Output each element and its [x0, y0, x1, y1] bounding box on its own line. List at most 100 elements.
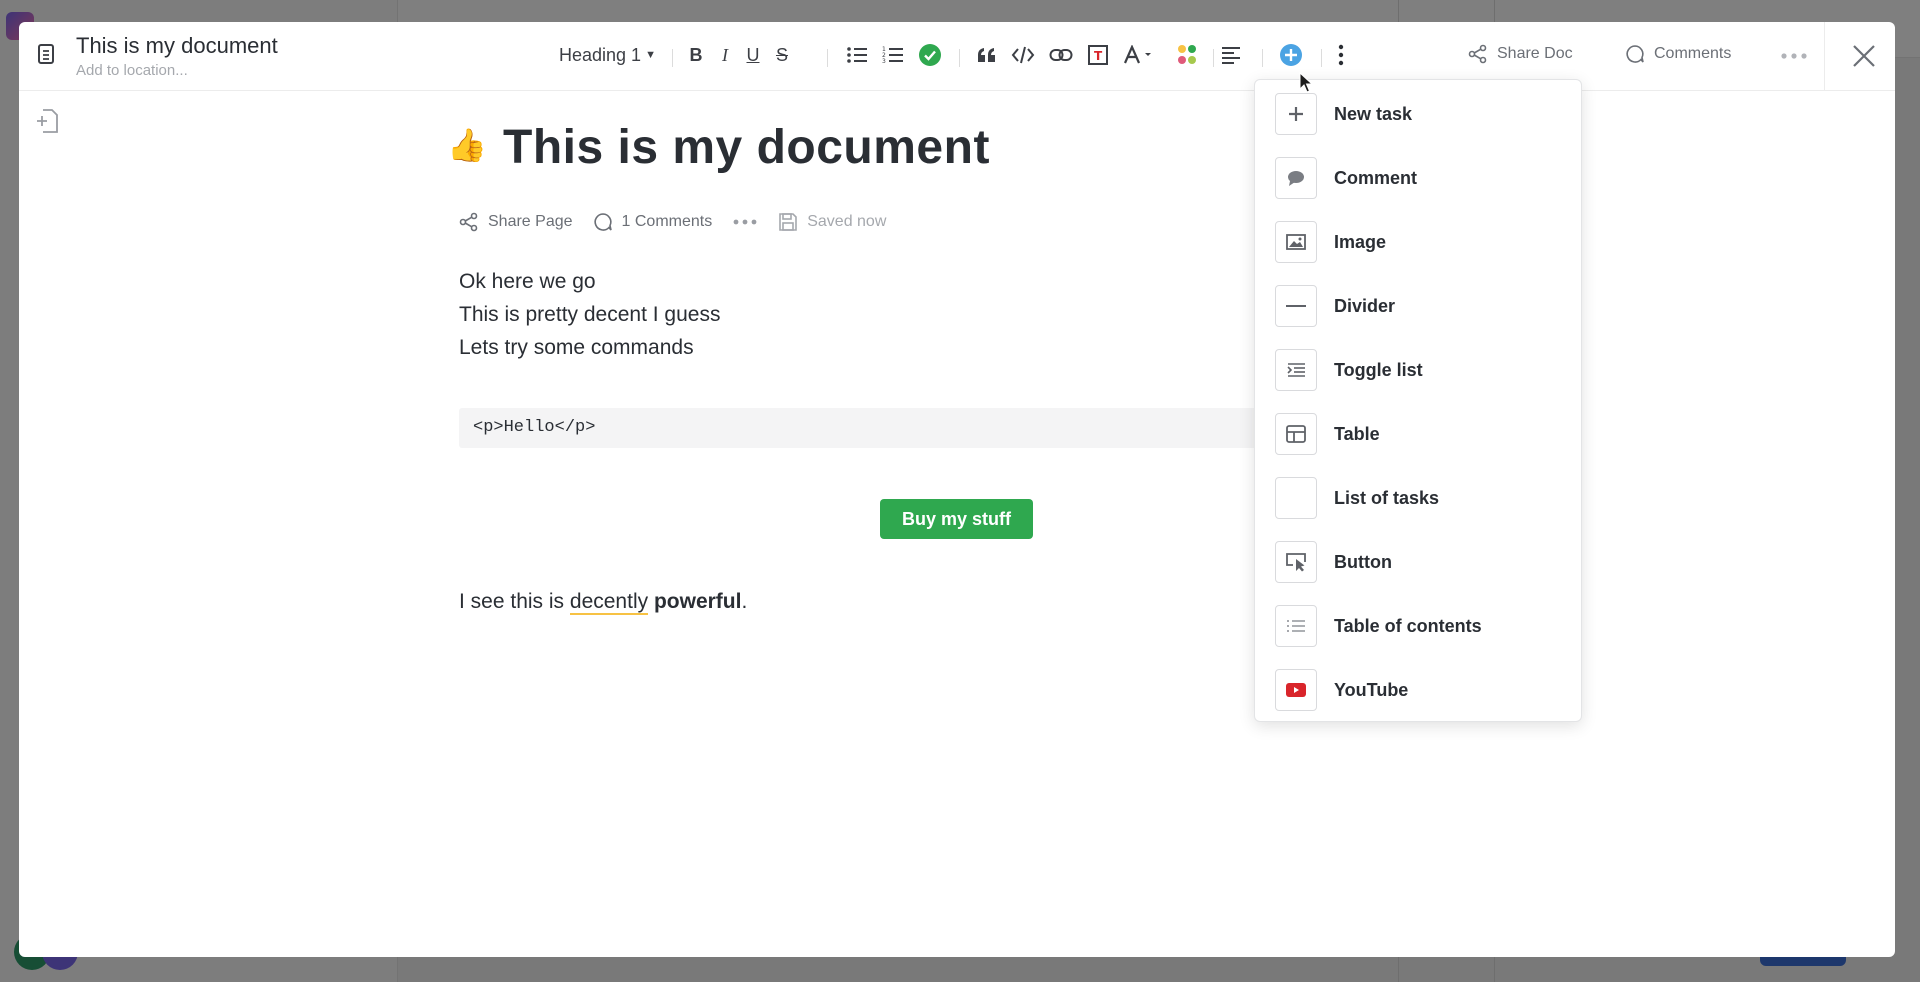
add-page-icon[interactable]	[35, 108, 59, 134]
close-icon[interactable]	[1851, 43, 1877, 69]
paragraph[interactable]: I see this is decently powerful.	[459, 590, 748, 615]
share-icon	[459, 212, 478, 232]
menu-item-label: Comment	[1334, 167, 1418, 188]
menu-item-table[interactable]: Table	[1275, 412, 1565, 456]
numbered-list-icon: 1 2 3	[882, 46, 903, 65]
table-icon	[1275, 413, 1317, 455]
comments-label: Comments	[1654, 45, 1732, 62]
plus-circle-icon	[1280, 44, 1302, 66]
comments-button[interactable]: Comments	[1625, 44, 1731, 64]
menu-item-comment[interactable]: Comment	[1275, 156, 1565, 200]
page-comments-button[interactable]: 1 Comments	[593, 212, 713, 232]
table-of-contents-icon	[1275, 605, 1317, 647]
menu-item-button[interactable]: Button	[1275, 540, 1565, 584]
save-icon	[779, 213, 798, 231]
save-status: Saved now	[778, 212, 886, 232]
more-horizontal-icon	[733, 219, 757, 225]
bold-text: powerful	[653, 590, 742, 613]
menu-item-label: Table	[1334, 423, 1380, 444]
doc-title[interactable]: This is my document	[76, 33, 278, 59]
toolbar-divider	[959, 49, 960, 67]
menu-item-toggle-list[interactable]: Toggle list	[1275, 348, 1565, 392]
more-horizontal-icon[interactable]	[1779, 44, 1809, 68]
code-block[interactable]: <p>Hello</p>	[459, 408, 1339, 448]
menu-item-label: Toggle list	[1334, 359, 1423, 380]
menu-item-label: List of tasks	[1334, 487, 1440, 508]
youtube-icon	[1275, 669, 1317, 711]
share-page-button[interactable]: Share Page	[459, 212, 573, 232]
align-left-icon	[1222, 47, 1240, 64]
color-palette-icon	[1178, 45, 1196, 64]
bold-button[interactable]: B	[684, 40, 708, 70]
svg-text:T: T	[1094, 49, 1103, 63]
doc-header: This is my document Add to location... H…	[19, 22, 1895, 91]
header-divider	[1824, 22, 1825, 91]
heading-select-label: Heading 1	[559, 44, 642, 65]
menu-item-new-task[interactable]: New task	[1275, 92, 1565, 136]
quote-button[interactable]	[974, 40, 1000, 70]
check-circle-icon	[919, 44, 941, 66]
bulleted-list-icon	[847, 47, 867, 63]
code-button[interactable]	[1010, 40, 1036, 70]
code-icon	[1011, 46, 1035, 64]
text-color-button[interactable]: T	[1085, 40, 1111, 70]
text-run: I see this is	[459, 590, 570, 613]
text-box-icon: T	[1088, 45, 1108, 65]
add-to-location-link[interactable]: Add to location...	[76, 62, 188, 79]
link-button[interactable]	[1048, 40, 1074, 70]
paragraph[interactable]: Lets try some commands	[459, 336, 694, 360]
underline-button[interactable]: U	[741, 40, 765, 70]
share-doc-label: Share Doc	[1497, 45, 1573, 62]
page-more-button[interactable]	[732, 212, 758, 232]
share-page-label: Share Page	[488, 213, 573, 230]
page-comments-label: 1 Comments	[621, 213, 713, 230]
menu-item-label: Divider	[1334, 295, 1396, 316]
share-doc-button[interactable]: Share Doc	[1468, 44, 1573, 64]
comment-icon	[1626, 45, 1644, 63]
paragraph[interactable]: This is pretty decent I guess	[459, 303, 720, 327]
color-palette-button[interactable]	[1174, 40, 1200, 70]
vertical-dots-icon	[1338, 44, 1344, 66]
menu-item-image[interactable]: Image	[1275, 220, 1565, 264]
heading-select[interactable]: Heading 1 ▼	[559, 40, 656, 70]
list-of-tasks-icon	[1275, 477, 1317, 519]
checklist-button[interactable]	[917, 40, 943, 70]
numbered-list-button[interactable]: 1 2 3	[881, 40, 905, 70]
doc-modal: This is my document Add to location... H…	[19, 22, 1895, 957]
comment-icon	[593, 213, 612, 231]
paragraph[interactable]: Ok here we go	[459, 270, 596, 294]
more-options-button[interactable]	[1330, 40, 1352, 70]
strikethrough-button[interactable]: S	[770, 40, 794, 70]
font-button[interactable]	[1122, 40, 1156, 70]
mouse-cursor-icon	[1299, 72, 1313, 93]
page-title[interactable]: This is my document	[503, 120, 990, 175]
page-meta-row: Share Page 1 Comments Saved now	[459, 212, 906, 232]
page-emoji[interactable]: 👍	[447, 126, 487, 164]
menu-item-table-of-contents[interactable]: Table of contents	[1275, 604, 1565, 648]
insert-menu: New task Comment Image Divider Toggle li…	[1254, 79, 1582, 722]
menu-item-label: Image	[1334, 231, 1387, 252]
comment-icon	[1275, 157, 1317, 199]
insert-button[interactable]	[1278, 40, 1304, 70]
buy-my-stuff-button[interactable]: Buy my stuff	[880, 499, 1033, 539]
align-button[interactable]	[1218, 40, 1244, 70]
toolbar-divider	[1213, 49, 1214, 67]
text-run: .	[741, 590, 748, 613]
highlighted-text[interactable]: decently	[569, 590, 649, 615]
button-icon	[1275, 541, 1317, 583]
bulleted-list-button[interactable]	[845, 40, 869, 70]
menu-item-label: Table of contents	[1334, 615, 1482, 636]
toggle-list-icon	[1275, 349, 1317, 391]
menu-item-youtube[interactable]: YouTube	[1275, 668, 1565, 712]
toolbar-divider	[1321, 49, 1322, 67]
menu-item-label: YouTube	[1334, 679, 1409, 700]
share-icon	[1468, 44, 1487, 64]
plus-icon	[1275, 93, 1317, 135]
svg-text:3: 3	[882, 58, 886, 65]
menu-item-label: Button	[1334, 551, 1392, 572]
toolbar-divider	[1262, 49, 1263, 67]
toolbar-divider	[672, 49, 673, 67]
menu-item-divider[interactable]: Divider	[1275, 284, 1565, 328]
italic-button[interactable]: I	[713, 40, 737, 70]
menu-item-list-of-tasks[interactable]: List of tasks	[1275, 476, 1565, 520]
